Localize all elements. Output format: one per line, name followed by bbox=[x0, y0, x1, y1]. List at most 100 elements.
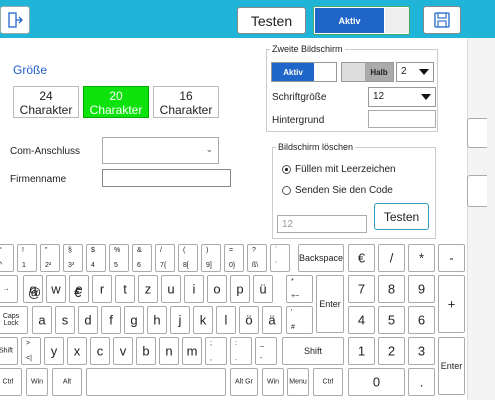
key[interactable]: a bbox=[32, 306, 52, 334]
test-button[interactable]: Testen bbox=[237, 7, 306, 34]
left-win-key[interactable]: Win bbox=[26, 368, 48, 396]
key[interactable]: / 7{ bbox=[155, 244, 175, 272]
key[interactable]: = 0} bbox=[224, 244, 244, 272]
right-ctrl-key[interactable]: Ctrl bbox=[313, 368, 343, 396]
numpad-key[interactable]: 9 bbox=[408, 275, 435, 303]
font-size-select[interactable]: 12 bbox=[368, 87, 436, 107]
hash-key[interactable]: ' # bbox=[286, 306, 313, 334]
key[interactable]: $4 bbox=[86, 244, 106, 272]
numpad-enter-key[interactable]: Enter bbox=[438, 337, 465, 395]
key[interactable]: i bbox=[184, 275, 204, 303]
key[interactable]: ) 9] bbox=[201, 244, 221, 272]
key[interactable]: u bbox=[161, 275, 181, 303]
fill-spaces-radio[interactable]: Füllen mit Leerzeichen bbox=[282, 164, 396, 175]
key[interactable]: d bbox=[78, 306, 98, 334]
key[interactable]: ` ´ bbox=[270, 244, 290, 272]
key[interactable]: z bbox=[138, 275, 158, 303]
key[interactable]: % 5 bbox=[109, 244, 129, 272]
right-win-key[interactable]: Win bbox=[262, 368, 284, 396]
halb-count-select[interactable]: 2 bbox=[396, 62, 434, 82]
aktiv-toggle[interactable]: Aktiv bbox=[313, 6, 410, 35]
key[interactable]: ° ^ bbox=[0, 244, 14, 272]
numpad-key[interactable]: 4 bbox=[348, 306, 375, 334]
key[interactable]: n bbox=[159, 337, 179, 365]
second-screen-halb-toggle[interactable]: Halb bbox=[341, 62, 394, 82]
numpad-key[interactable]: € bbox=[348, 244, 375, 272]
numpad-key[interactable]: 6 bbox=[408, 306, 435, 334]
numpad-key[interactable]: 2 bbox=[378, 337, 405, 365]
side-tab-button[interactable] bbox=[467, 175, 487, 207]
key[interactable]: § 3³ bbox=[63, 244, 83, 272]
numpad-key[interactable]: 1 bbox=[348, 337, 375, 365]
left-shift-key[interactable]: Shift bbox=[0, 337, 18, 365]
numpad-zero-key[interactable]: 0 bbox=[348, 368, 405, 396]
company-name-input[interactable] bbox=[102, 169, 231, 187]
clear-test-button[interactable]: Testen bbox=[374, 203, 429, 230]
numpad-key[interactable]: - bbox=[438, 244, 465, 272]
key[interactable]: b bbox=[136, 337, 156, 365]
background-color-box[interactable] bbox=[368, 110, 436, 128]
save-button[interactable] bbox=[423, 6, 461, 34]
key[interactable]: " 2² bbox=[40, 244, 60, 272]
key-label: 9 bbox=[417, 281, 426, 297]
key[interactable]: q @ bbox=[23, 275, 43, 303]
key[interactable]: ? ß\ bbox=[247, 244, 267, 272]
tab-key[interactable]: → bbox=[0, 275, 18, 303]
key[interactable]: c bbox=[90, 337, 110, 365]
key[interactable]: (8[ bbox=[178, 244, 198, 272]
key[interactable]: w bbox=[46, 275, 66, 303]
size-option-20[interactable]: 20 Charakter bbox=[83, 86, 149, 118]
key[interactable]: t bbox=[115, 275, 135, 303]
left-ctrl-key[interactable]: Ctrl bbox=[0, 368, 22, 396]
numpad-key[interactable]: 8 bbox=[378, 275, 405, 303]
key[interactable]: h bbox=[147, 306, 167, 334]
numpad-key[interactable]: 3 bbox=[408, 337, 435, 365]
key[interactable]: r bbox=[92, 275, 112, 303]
key[interactable]: s bbox=[55, 306, 75, 334]
numpad-plus-key[interactable]: + bbox=[438, 275, 465, 333]
key[interactable]: p bbox=[230, 275, 250, 303]
key[interactable]: & 6 bbox=[132, 244, 152, 272]
key[interactable]: m bbox=[182, 337, 202, 365]
key[interactable]: ! 1 bbox=[17, 244, 37, 272]
space-key[interactable] bbox=[86, 368, 226, 396]
menu-key[interactable]: Menu bbox=[287, 368, 309, 396]
key[interactable]: x bbox=[67, 337, 87, 365]
enter-key[interactable]: Enter bbox=[316, 275, 344, 333]
side-tab-button[interactable] bbox=[467, 118, 487, 148]
key[interactable]: l bbox=[216, 306, 236, 334]
backspace-key[interactable]: Backspace bbox=[298, 244, 344, 272]
key[interactable]: ü bbox=[253, 275, 273, 303]
alt-gr-key[interactable]: Alt Gr bbox=[230, 368, 258, 396]
angle-bracket-key[interactable]: > <| bbox=[21, 337, 41, 365]
key[interactable]: ö bbox=[239, 306, 259, 334]
key[interactable]: k bbox=[193, 306, 213, 334]
numpad-key[interactable]: * bbox=[408, 244, 435, 272]
key[interactable]: f bbox=[101, 306, 121, 334]
numpad-key[interactable]: / bbox=[378, 244, 405, 272]
key[interactable]: o bbox=[207, 275, 227, 303]
plus-key[interactable]: * +~ bbox=[286, 275, 313, 303]
caps-lock-key[interactable]: Caps Lock bbox=[0, 306, 28, 334]
key[interactable]: e € bbox=[69, 275, 89, 303]
left-alt-key[interactable]: Alt bbox=[52, 368, 82, 396]
com-port-select[interactable]: ⌄ bbox=[102, 137, 219, 164]
key[interactable]: y bbox=[44, 337, 64, 365]
send-code-radio[interactable]: Senden Sie den Code bbox=[282, 185, 393, 196]
key[interactable]: ä bbox=[262, 306, 282, 334]
second-screen-aktiv-toggle[interactable]: Aktiv bbox=[271, 62, 337, 82]
right-shift-key[interactable]: Shift bbox=[282, 337, 344, 365]
key[interactable]: ;, bbox=[205, 337, 227, 365]
size-option-24[interactable]: 24 Charakter bbox=[13, 86, 79, 118]
exit-button[interactable] bbox=[0, 6, 30, 34]
clear-code-input[interactable]: 12 bbox=[277, 215, 367, 233]
size-option-16[interactable]: 16 Charakter bbox=[153, 86, 219, 118]
key[interactable]: :. bbox=[230, 337, 252, 365]
numpad-key[interactable]: 5 bbox=[378, 306, 405, 334]
numpad-dot-key[interactable]: . bbox=[408, 368, 435, 396]
key[interactable]: _ - bbox=[255, 337, 277, 365]
key[interactable]: j bbox=[170, 306, 190, 334]
key[interactable]: v bbox=[113, 337, 133, 365]
numpad-key[interactable]: 7 bbox=[348, 275, 375, 303]
key[interactable]: g bbox=[124, 306, 144, 334]
